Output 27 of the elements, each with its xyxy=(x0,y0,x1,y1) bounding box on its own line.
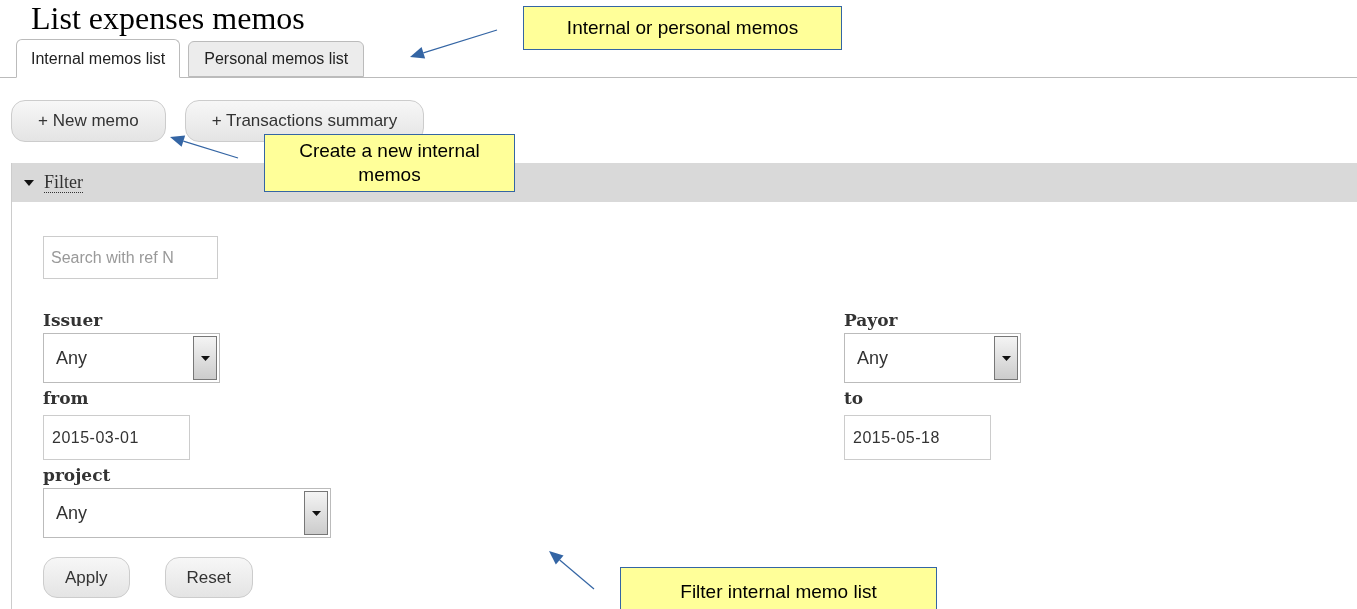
callout-tooltip: Internal or personal memos xyxy=(523,6,842,50)
field-label: from xyxy=(43,387,90,409)
filter-button[interactable]: Reset xyxy=(164,557,253,598)
field-label: project xyxy=(43,464,112,486)
dropdown-select[interactable]: Any xyxy=(43,333,220,383)
caret-icon[interactable] xyxy=(24,179,34,186)
pointer-arrow xyxy=(170,135,239,159)
filter-title[interactable]: Filter xyxy=(44,172,83,193)
action-button[interactable]: + New memo xyxy=(11,100,166,142)
date-field[interactable]: 2015-03-01 xyxy=(43,415,190,460)
dropdown-caret-icon[interactable] xyxy=(193,336,217,380)
field-label: to xyxy=(844,387,865,409)
tab[interactable]: Personal memos list xyxy=(188,41,365,77)
date-field[interactable]: 2015-05-18 xyxy=(844,415,991,460)
search-field[interactable]: Search with ref N xyxy=(43,236,218,279)
field-label: Payor xyxy=(844,309,899,331)
filter-button[interactable]: Apply xyxy=(43,557,130,598)
field-label: Issuer xyxy=(43,309,104,331)
dropdown-select[interactable]: Any xyxy=(43,488,331,538)
callout-tooltip: Filter internal memo list xyxy=(620,567,937,609)
tab[interactable]: Internal memos list xyxy=(16,39,181,78)
dropdown-select[interactable]: Any xyxy=(844,333,1021,383)
dropdown-caret-icon[interactable] xyxy=(304,491,328,535)
callout-tooltip: Create a new internal memos xyxy=(264,134,515,192)
pointer-arrow xyxy=(549,551,595,590)
dropdown-caret-icon[interactable] xyxy=(994,336,1018,380)
page-title: List expenses memos xyxy=(31,0,305,38)
